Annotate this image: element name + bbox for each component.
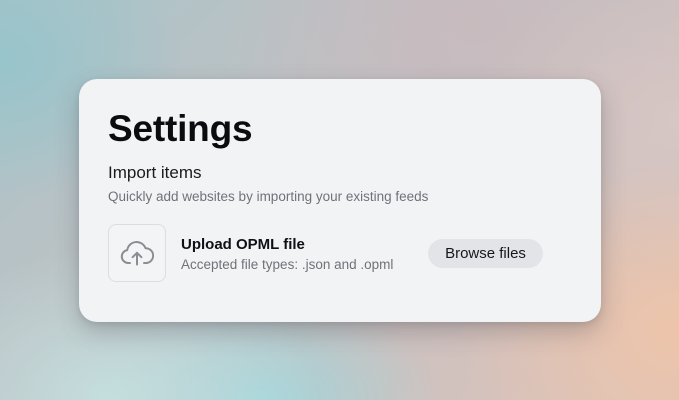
page-title: Settings [108, 108, 253, 149]
upload-file-title: Upload OPML file [181, 236, 305, 253]
accepted-file-types: Accepted file types: .json and .opml [181, 257, 394, 272]
settings-card: Settings Import items Quickly add websit… [79, 79, 601, 322]
cloud-upload-icon [120, 239, 154, 267]
import-section-description: Quickly add websites by importing your e… [108, 189, 429, 204]
import-section-title: Import items [108, 163, 202, 182]
upload-drop-tile[interactable] [108, 224, 166, 282]
browse-files-button[interactable]: Browse files [428, 239, 543, 268]
